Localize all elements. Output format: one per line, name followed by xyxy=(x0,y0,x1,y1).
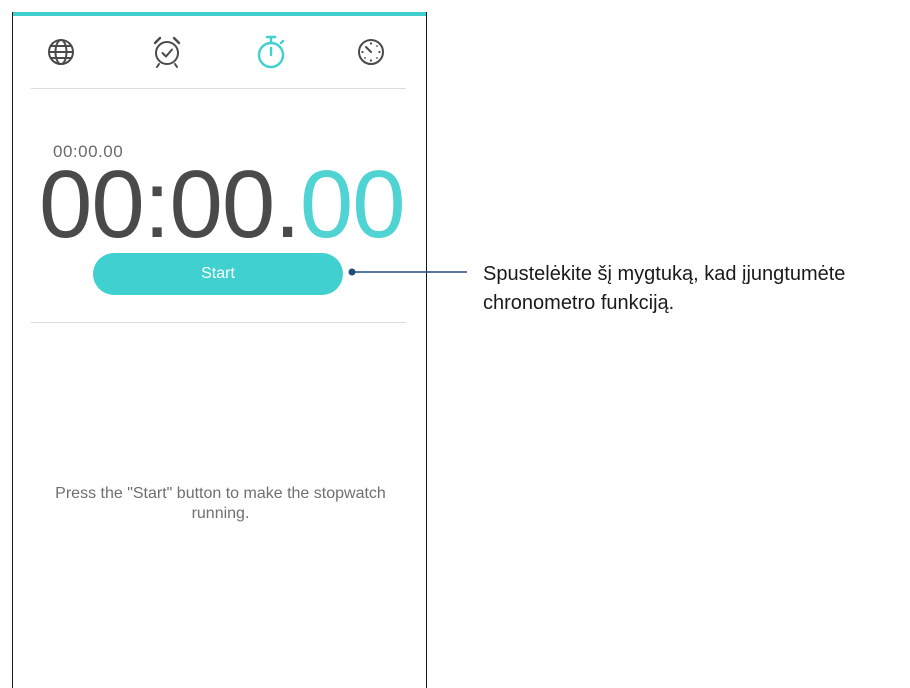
callout-line-2: chronometro funkciją. xyxy=(483,292,675,314)
callout-text: Spustelėkite šį mygtuką, kad įjungtumėte… xyxy=(483,260,908,318)
callout-leader-line xyxy=(348,268,467,276)
callout-line-1: Spustelėkite šį mygtuką, kad įjungtumėte xyxy=(483,263,846,285)
stage: 00:00.00 00:00.00 Start Press the "Start… xyxy=(0,0,910,688)
